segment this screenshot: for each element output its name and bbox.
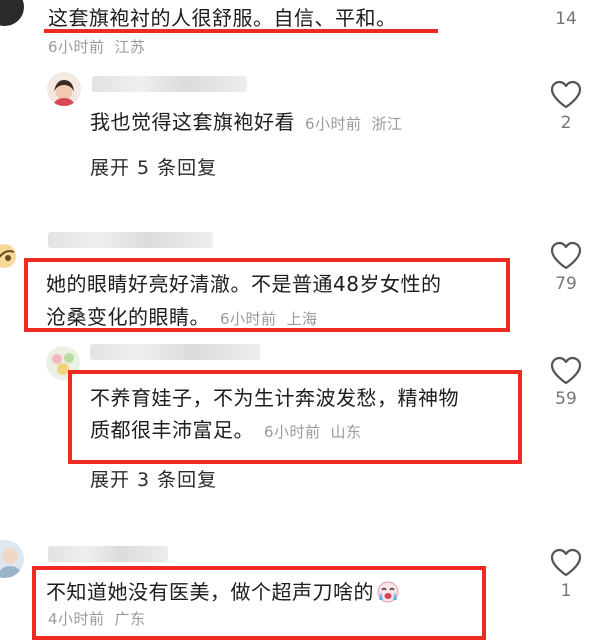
like-count: 1 xyxy=(560,581,572,601)
like-count: 14 xyxy=(555,9,577,29)
reply-time: 6小时前 xyxy=(305,115,362,133)
reply-username-blurred xyxy=(92,76,247,92)
comment-username-blurred xyxy=(48,232,213,248)
crying-face-emoji xyxy=(376,581,400,607)
expand-replies-button[interactable]: 展开 5 条回复 xyxy=(90,153,217,180)
comment-text-line-1: 她的眼睛好亮好清澈。不是普通48岁女性的 xyxy=(46,272,442,296)
comment-line-1: 不知道她没有医美，做个超声刀啥的 xyxy=(46,576,400,609)
avatar[interactable] xyxy=(47,72,81,106)
avatar[interactable] xyxy=(0,540,24,578)
avatar[interactable] xyxy=(0,244,16,268)
comment-time: 6小时前 xyxy=(48,38,105,56)
heart-icon xyxy=(550,241,582,270)
comment-location: 上海 xyxy=(286,310,318,328)
like-count: 59 xyxy=(555,389,577,409)
reply-location: 浙江 xyxy=(371,115,403,133)
avatar[interactable] xyxy=(0,0,24,26)
like-count: 79 xyxy=(555,274,577,294)
heart-icon xyxy=(550,548,582,577)
like-button[interactable]: 59 xyxy=(546,356,586,409)
heart-icon xyxy=(550,356,582,385)
expand-replies-button[interactable]: 展开 3 条回复 xyxy=(90,465,217,492)
comment-location: 江苏 xyxy=(114,38,146,56)
comment-text-line-2: 沧桑变化的眼睛。 xyxy=(46,305,210,329)
reply-username-blurred xyxy=(90,344,260,360)
comment-meta: 6小时前 江苏 xyxy=(48,36,146,57)
like-button[interactable]: 1 xyxy=(546,548,586,601)
like-count: 2 xyxy=(560,113,572,133)
comment-meta: 4小时前 广东 xyxy=(48,608,146,629)
like-button[interactable]: 14 xyxy=(546,9,586,29)
heart-icon xyxy=(550,80,582,109)
highlight-underline xyxy=(44,29,438,33)
comment-time: 6小时前 xyxy=(220,310,277,328)
reply-text-line-1: 不养育娃子，不为生计奔波发愁，精神物 xyxy=(90,386,459,410)
reply-text-line-2: 质都很丰沛富足。 xyxy=(90,418,254,442)
comment-location: 广东 xyxy=(114,610,146,628)
like-button[interactable]: 79 xyxy=(546,241,586,294)
reply-text: 我也觉得这套旗袍好看 xyxy=(90,110,295,134)
comment-text: 不知道她没有医美，做个超声刀啥的 xyxy=(46,580,374,604)
reply-location: 山东 xyxy=(330,423,362,441)
reply-1: 我也觉得这套旗袍好看 6小时前 浙江 xyxy=(90,106,403,139)
comment-line-2: 沧桑变化的眼睛。 6小时前 上海 xyxy=(46,301,318,334)
reply-line-2: 质都很丰沛富足。 6小时前 山东 xyxy=(90,414,362,447)
comment-username-blurred xyxy=(48,546,168,562)
like-button[interactable]: 2 xyxy=(546,80,586,133)
comment-time: 4小时前 xyxy=(48,610,105,628)
reply-time: 6小时前 xyxy=(264,423,321,441)
